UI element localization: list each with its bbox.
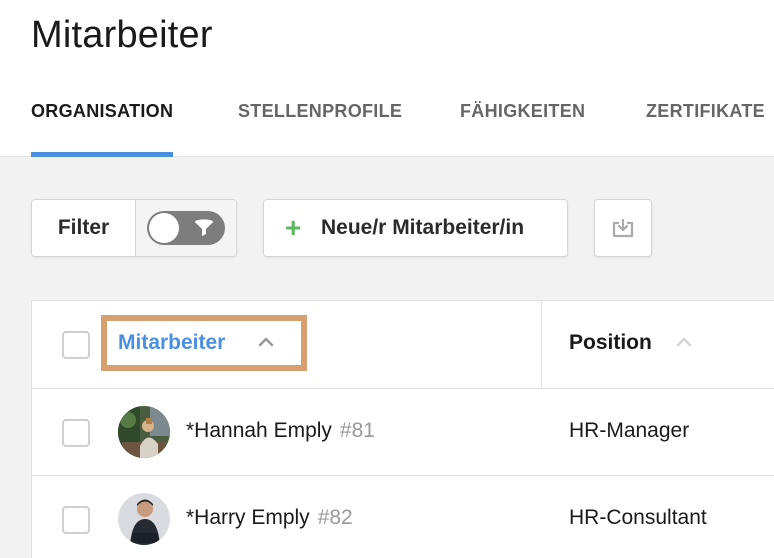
employee-table: Mitarbeiter Position *Hannah Emply #81 H… [31, 300, 774, 558]
tab-stellenprofile[interactable]: STELLENPROFILE [238, 98, 402, 157]
avatar-photo [118, 406, 170, 458]
filter-toggle-wrap [136, 200, 236, 256]
employee-name[interactable]: *Hannah Emply #81 [186, 419, 375, 443]
funnel-icon [195, 219, 213, 236]
avatar[interactable] [118, 493, 170, 545]
filter-button[interactable]: Filter [32, 200, 136, 256]
sort-up-icon[interactable] [258, 335, 274, 347]
row-checkbox[interactable] [62, 506, 90, 534]
column-header-position[interactable]: Position [569, 331, 652, 355]
export-button[interactable] [594, 199, 652, 257]
new-employee-button[interactable]: + Neue/r Mitarbeiter/in [263, 199, 568, 257]
column-divider [541, 301, 542, 389]
tab-zertifikate[interactable]: ZERTIFIKATE [646, 98, 765, 157]
new-employee-label: Neue/r Mitarbeiter/in [321, 216, 525, 239]
select-all-checkbox[interactable] [62, 331, 90, 359]
row-checkbox[interactable] [62, 419, 90, 447]
table-header-row: Mitarbeiter Position [32, 301, 774, 389]
filter-group: Filter [31, 199, 237, 257]
avatar[interactable] [118, 406, 170, 458]
tab-faehigkeiten[interactable]: FÄHIGKEITEN [460, 98, 585, 157]
avatar-photo [118, 493, 170, 545]
table-row[interactable]: *Hannah Emply #81 HR-Manager [32, 389, 774, 476]
toggle-knob [149, 213, 179, 243]
employee-name-text: *Hannah Emply [186, 419, 332, 442]
column-header-mitarbeiter[interactable]: Mitarbeiter [118, 331, 225, 355]
toolbar: Filter + Neue/r Mitarbeiter/in [0, 199, 774, 257]
employee-position: HR-Manager [569, 419, 690, 442]
tab-organisation[interactable]: ORGANISATION [31, 98, 174, 157]
filter-toggle[interactable] [147, 211, 225, 245]
employee-id: #82 [317, 506, 353, 529]
employee-id: #81 [339, 419, 375, 442]
table-row[interactable]: *Harry Emply #82 HR-Consultant [32, 476, 774, 558]
download-icon [612, 218, 634, 238]
sort-up-icon[interactable] [676, 335, 692, 347]
employee-name[interactable]: *Harry Emply #82 [186, 506, 353, 530]
plus-icon: + [285, 212, 302, 243]
employee-name-text: *Harry Emply [186, 506, 310, 529]
employee-position: HR-Consultant [569, 506, 707, 529]
page-header: Mitarbeiter ORGANISATION STELLENPROFILE … [0, 0, 774, 157]
page-title: Mitarbeiter [31, 14, 213, 56]
